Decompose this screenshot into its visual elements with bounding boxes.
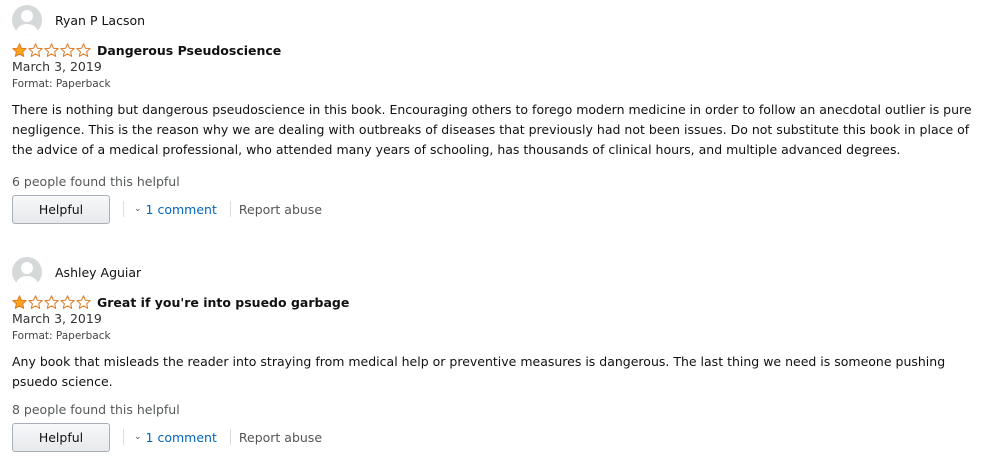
star-rating[interactable] <box>12 43 91 57</box>
avatar-icon <box>12 257 42 287</box>
reviewer-name[interactable]: Ryan P Lacson <box>55 13 145 28</box>
star-empty-icon <box>60 43 75 57</box>
divider <box>123 201 124 217</box>
comments-label: 1 comment <box>145 201 217 217</box>
review-title[interactable]: Great if you're into psuedo garbage <box>97 295 349 310</box>
reviewer-profile[interactable]: Ashley Aguiar <box>12 257 987 287</box>
star-empty-icon <box>76 295 91 309</box>
star-empty-icon <box>76 43 91 57</box>
star-empty-icon <box>44 43 59 57</box>
star-rating[interactable] <box>12 295 91 309</box>
divider <box>229 201 231 217</box>
review-body: Any book that misleads the reader into s… <box>12 354 946 389</box>
helpful-button[interactable]: Helpful <box>12 194 110 224</box>
review-body: There is nothing but dangerous pseudosci… <box>12 102 972 157</box>
helpful-count: 6 people found this helpful <box>12 174 180 189</box>
divider <box>123 429 124 445</box>
chevron-down-icon: ⌄ <box>134 432 142 442</box>
review-card: Ryan P Lacson Dangerous Pseudoscience Ma… <box>12 5 987 224</box>
comments-label: 1 comment <box>145 429 217 445</box>
review-title-row: Dangerous Pseudoscience <box>12 43 987 58</box>
review-actions: Helpful ⌄ 1 comment Report abuse <box>12 422 987 452</box>
reviewer-profile[interactable]: Ryan P Lacson <box>12 5 987 35</box>
star-empty-icon <box>28 43 43 57</box>
review-card: Ashley Aguiar Great if you're into psued… <box>12 257 987 452</box>
review-title[interactable]: Dangerous Pseudoscience <box>97 43 281 58</box>
avatar-icon <box>12 5 42 35</box>
review-date: March 3, 2019 <box>12 311 102 326</box>
report-abuse-link[interactable]: Report abuse <box>239 202 322 217</box>
star-empty-icon <box>44 295 59 309</box>
review-format[interactable]: Format: Paperback <box>12 78 987 91</box>
helpful-button[interactable]: Helpful <box>12 422 110 452</box>
chevron-down-icon: ⌄ <box>134 204 142 214</box>
star-filled-icon <box>12 43 27 57</box>
star-empty-icon <box>28 295 43 309</box>
review-title-row: Great if you're into psuedo garbage <box>12 295 987 310</box>
review-date: March 3, 2019 <box>12 59 102 74</box>
review-actions: Helpful ⌄ 1 comment Report abuse <box>12 194 987 224</box>
comments-link[interactable]: ⌄ 1 comment <box>134 202 217 217</box>
helpful-count: 8 people found this helpful <box>12 402 180 417</box>
report-abuse-link[interactable]: Report abuse <box>239 430 322 445</box>
comments-link[interactable]: ⌄ 1 comment <box>134 430 217 445</box>
divider <box>229 429 231 445</box>
reviewer-name[interactable]: Ashley Aguiar <box>55 265 141 280</box>
review-format[interactable]: Format: Paperback <box>12 330 987 343</box>
star-filled-icon <box>12 295 27 309</box>
star-empty-icon <box>60 295 75 309</box>
